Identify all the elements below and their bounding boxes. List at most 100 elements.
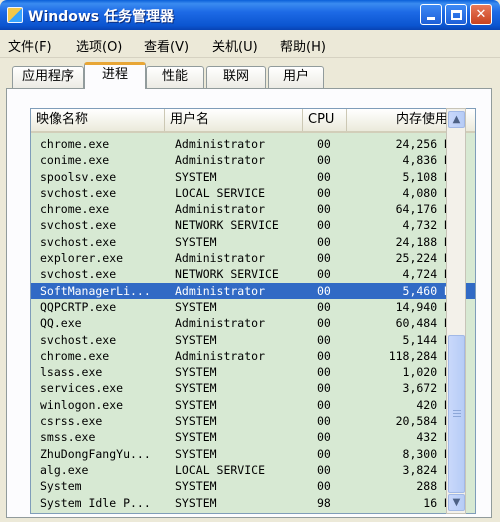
process-cpu: 00: [317, 381, 331, 396]
table-row[interactable]: QQ.exe Administrator 00 60,484 K: [31, 315, 475, 331]
process-name: svchost.exe: [40, 267, 117, 282]
table-row[interactable]: svchost.exe LOCAL SERVICE 00 4,080 K: [31, 185, 475, 201]
process-name: System: [40, 479, 82, 494]
column-cpu[interactable]: CPU: [303, 109, 347, 131]
scroll-thumb[interactable]: [448, 335, 465, 493]
tab-applications[interactable]: 应用程序: [12, 66, 84, 88]
process-user: Administrator: [175, 153, 266, 168]
process-user: SYSTEM: [175, 381, 217, 396]
process-user: Administrator: [175, 137, 266, 151]
process-cpu: 00: [317, 446, 331, 461]
process-user: Administrator: [175, 202, 266, 217]
process-cpu: 00: [317, 153, 331, 168]
process-user: SYSTEM: [175, 414, 217, 429]
table-row[interactable]: chrome.exe Administrator 00 64,176 K: [31, 201, 475, 217]
table-row[interactable]: svchost.exe NETWORK SERVICE 00 4,724 K: [31, 266, 475, 282]
process-cpu: 00: [317, 169, 331, 184]
task-manager-icon: [7, 7, 23, 23]
menu-view[interactable]: 查看(V): [144, 36, 189, 55]
process-name: winlogon.exe: [40, 397, 124, 412]
process-memory: 1,020 K: [402, 365, 451, 380]
process-memory: 4,080 K: [402, 185, 451, 200]
process-name: svchost.exe: [40, 185, 117, 200]
process-cpu: 00: [317, 316, 331, 331]
process-name: chrome.exe: [40, 202, 110, 217]
tab-processes[interactable]: 进程: [84, 62, 146, 89]
table-row[interactable]: chrome.exe Administrator 00 118,284 K: [31, 348, 475, 364]
table-row[interactable]: QQPCRTP.exe SYSTEM 00 14,940 K: [31, 299, 475, 315]
process-name: spoolsv.exe: [40, 169, 117, 184]
menu-options[interactable]: 选项(O): [76, 36, 122, 55]
table-row[interactable]: explorer.exe Administrator 00 25,224 K: [31, 250, 475, 266]
table-row[interactable]: alg.exe LOCAL SERVICE 00 3,824 K: [31, 462, 475, 478]
close-button[interactable]: ✕: [470, 4, 492, 25]
table-row[interactable]: winlogon.exe SYSTEM 00 420 K: [31, 397, 475, 413]
process-name: svchost.exe: [40, 218, 117, 233]
process-cpu: 00: [317, 414, 331, 429]
menu-help[interactable]: 帮助(H): [280, 36, 326, 55]
table-row[interactable]: smss.exe SYSTEM 00 432 K: [31, 429, 475, 445]
process-user: NETWORK SERVICE: [175, 218, 279, 233]
process-user: Administrator: [175, 283, 266, 298]
table-row[interactable]: services.exe SYSTEM 00 3,672 K: [31, 380, 475, 396]
process-user: Administrator: [175, 251, 266, 266]
column-image-name[interactable]: 映像名称: [31, 109, 165, 131]
process-memory: 432 K: [416, 430, 451, 445]
tab-users[interactable]: 用户: [268, 66, 324, 88]
process-name: QQPCRTP.exe: [40, 299, 117, 314]
table-row[interactable]: csrss.exe SYSTEM 00 20,584 K: [31, 413, 475, 429]
table-row[interactable]: lsass.exe SYSTEM 00 1,020 K: [31, 364, 475, 380]
menu-shutdown[interactable]: 关机(U): [212, 36, 258, 55]
tab-networking[interactable]: 联网: [206, 66, 266, 88]
process-cpu: 00: [317, 267, 331, 282]
process-cpu: 00: [317, 251, 331, 266]
table-row[interactable]: svchost.exe SYSTEM 00 5,144 K: [31, 332, 475, 348]
table-row[interactable]: svchost.exe SYSTEM 00 24,188 K: [31, 234, 475, 250]
process-cpu: 00: [317, 397, 331, 412]
menu-file[interactable]: 文件(F): [8, 36, 52, 55]
tab-performance[interactable]: 性能: [146, 66, 204, 88]
process-memory: 64,176 K: [395, 202, 451, 217]
process-user: SYSTEM: [175, 430, 217, 445]
process-cpu: 00: [317, 185, 331, 200]
scroll-down-button[interactable]: ▼: [448, 494, 465, 511]
process-user: SYSTEM: [175, 169, 217, 184]
process-memory: 3,824 K: [402, 462, 451, 477]
process-memory: 4,836 K: [402, 153, 451, 168]
process-name: SoftManagerLi...: [40, 283, 151, 298]
table-row[interactable]: SoftManagerLi... Administrator 00 5,460 K: [31, 282, 475, 299]
process-user: Administrator: [175, 348, 266, 363]
process-name: alg.exe: [40, 462, 89, 477]
thumb-grip: [453, 410, 461, 411]
process-user: SYSTEM: [175, 479, 217, 494]
table-row[interactable]: spoolsv.exe SYSTEM 00 5,108 K: [31, 169, 475, 185]
process-cpu: 00: [317, 299, 331, 314]
maximize-button[interactable]: [445, 4, 467, 25]
process-user: SYSTEM: [175, 446, 217, 461]
table-row[interactable]: ZhuDongFangYu... SYSTEM 00 8,300 K: [31, 446, 475, 462]
table-row[interactable]: conime.exe Administrator 00 4,836 K: [31, 152, 475, 168]
table-row[interactable]: svchost.exe NETWORK SERVICE 00 4,732 K: [31, 217, 475, 233]
process-cpu: 00: [317, 365, 331, 380]
process-user: SYSTEM: [175, 299, 217, 314]
scroll-up-button[interactable]: ▲: [448, 111, 465, 128]
process-user: SYSTEM: [175, 332, 217, 347]
process-memory: 8,300 K: [402, 446, 451, 461]
table-row[interactable]: System SYSTEM 00 288 K: [31, 478, 475, 494]
process-memory: 24,256 K: [395, 137, 451, 151]
process-user: SYSTEM: [175, 397, 217, 412]
minimize-button[interactable]: [420, 4, 442, 25]
process-user: NETWORK SERVICE: [175, 267, 279, 282]
table-row[interactable]: chrome.exe Administrator 00 24,256 K: [31, 136, 475, 152]
process-name: services.exe: [40, 381, 124, 396]
table-row[interactable]: System Idle P... SYSTEM 98 16 K: [31, 495, 475, 511]
process-name: conime.exe: [40, 153, 110, 168]
process-cpu: 00: [317, 218, 331, 233]
process-cpu: 00: [317, 479, 331, 494]
process-cpu: 00: [317, 332, 331, 347]
thumb-grip: [453, 413, 461, 414]
column-user-name[interactable]: 用户名: [165, 109, 303, 131]
chevron-down-icon: ▼: [452, 497, 461, 508]
column-memory[interactable]: 内存使用: [347, 109, 459, 131]
vertical-scrollbar[interactable]: ▲ ▼: [446, 108, 466, 514]
